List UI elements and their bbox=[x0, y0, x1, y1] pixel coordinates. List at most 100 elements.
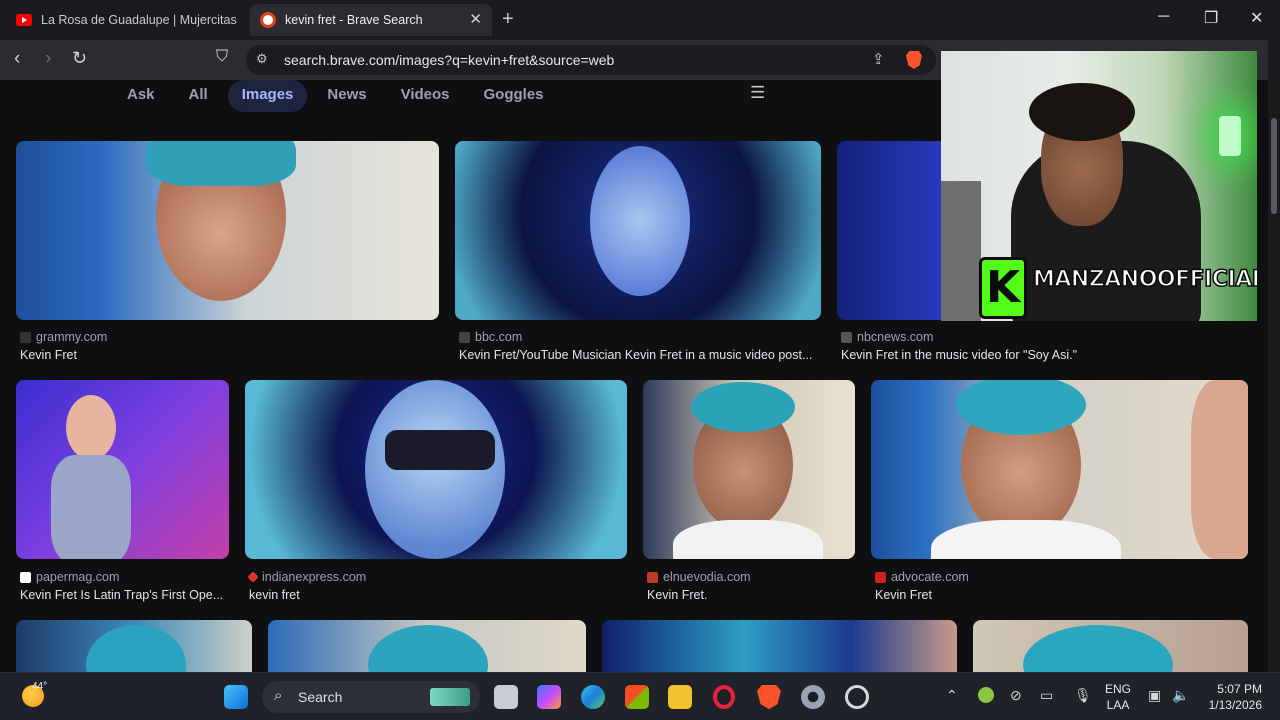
image-thumbnail[interactable] bbox=[16, 620, 252, 672]
scrollbar-thumb[interactable] bbox=[1271, 118, 1277, 214]
app-tray-icon[interactable] bbox=[978, 687, 994, 703]
opera-icon[interactable] bbox=[713, 685, 735, 709]
image-result[interactable] bbox=[643, 380, 855, 559]
minimize-icon[interactable]: ─ bbox=[1158, 8, 1169, 26]
display-icon[interactable]: ▣ bbox=[1148, 687, 1161, 704]
result-title[interactable]: kevin fret bbox=[249, 588, 300, 602]
image-thumbnail[interactable] bbox=[16, 141, 439, 320]
image-thumbnail[interactable] bbox=[837, 141, 947, 320]
brave-search-icon bbox=[260, 12, 276, 28]
result-title[interactable]: Kevin Fret in the music video for "Soy A… bbox=[841, 348, 1077, 362]
image-thumbnail[interactable] bbox=[455, 141, 821, 320]
volume-icon[interactable]: 🔈 bbox=[1172, 687, 1189, 704]
chevron-up-icon[interactable]: ⌃ bbox=[946, 687, 958, 704]
system-clock[interactable]: 5:07 PM 1/13/2026 bbox=[1209, 681, 1262, 713]
image-thumbnail[interactable] bbox=[973, 620, 1248, 672]
filter-images[interactable]: Images bbox=[227, 80, 308, 112]
clock-time: 5:07 PM bbox=[1217, 682, 1262, 696]
filter-ask[interactable]: Ask bbox=[113, 80, 169, 112]
brave-icon[interactable] bbox=[906, 51, 922, 69]
filter-videos[interactable]: Videos bbox=[387, 80, 464, 112]
file-explorer-icon[interactable] bbox=[668, 685, 692, 709]
task-view-icon[interactable] bbox=[494, 685, 518, 709]
forward-icon[interactable]: › bbox=[45, 48, 51, 70]
image-result[interactable] bbox=[16, 380, 229, 559]
image-result[interactable] bbox=[16, 620, 252, 672]
search-filter-tabs: Ask All Images News Videos Goggles bbox=[113, 80, 558, 112]
settings-gear-icon[interactable] bbox=[801, 685, 825, 709]
reload-icon[interactable]: ↻ bbox=[72, 48, 87, 69]
result-title[interactable]: Kevin Fret. bbox=[647, 588, 707, 602]
tab-strip: La Rosa de Guadalupe | Mujercitas [P kev… bbox=[0, 0, 1280, 40]
obs-icon[interactable] bbox=[845, 685, 869, 709]
language-primary: ENG bbox=[1105, 682, 1132, 696]
image-thumbnail[interactable] bbox=[871, 380, 1248, 559]
taskbar-search[interactable]: ⌕ Search bbox=[262, 681, 480, 713]
cast-icon[interactable]: ▭ bbox=[1040, 687, 1053, 704]
plus-icon[interactable]: + bbox=[502, 8, 514, 31]
windows-icon[interactable] bbox=[224, 685, 248, 709]
result-title[interactable]: Kevin Fret bbox=[875, 588, 932, 602]
lamp-shape bbox=[1219, 116, 1241, 156]
back-icon[interactable]: ‹ bbox=[14, 48, 20, 70]
elnuevodia-icon bbox=[647, 571, 658, 583]
tab-title: La Rosa de Guadalupe | Mujercitas [P bbox=[41, 13, 241, 27]
image-thumbnail[interactable] bbox=[16, 380, 229, 559]
result-title[interactable]: Kevin Fret Is Latin Trap's First Ope... bbox=[20, 588, 223, 602]
edge-icon[interactable] bbox=[581, 685, 605, 709]
image-result[interactable] bbox=[455, 141, 821, 320]
result-source[interactable]: grammy.com bbox=[20, 330, 107, 344]
bookmark-icon[interactable]: ⛉ bbox=[216, 48, 228, 66]
image-result[interactable] bbox=[871, 380, 1248, 559]
close-icon[interactable]: ✕ bbox=[469, 10, 482, 28]
tab-youtube[interactable]: La Rosa de Guadalupe | Mujercitas [P bbox=[6, 4, 246, 36]
clock-date: 1/13/2026 bbox=[1208, 698, 1262, 712]
source-domain: elnuevodia.com bbox=[663, 570, 751, 584]
address-bar[interactable]: ⚙ search.brave.com/images?q=kevin+fret&s… bbox=[246, 45, 936, 75]
image-result[interactable] bbox=[16, 141, 439, 320]
copilot-icon[interactable] bbox=[537, 685, 561, 709]
close-window-icon[interactable]: ✕ bbox=[1250, 8, 1263, 28]
filter-goggles[interactable]: Goggles bbox=[470, 80, 558, 112]
image-result[interactable] bbox=[973, 620, 1248, 672]
kick-logo: K bbox=[979, 257, 1027, 319]
filter-news[interactable]: News bbox=[313, 80, 380, 112]
restore-icon[interactable]: ❐ bbox=[1204, 8, 1218, 28]
image-thumbnail[interactable] bbox=[643, 380, 855, 559]
source-domain: papermag.com bbox=[36, 570, 120, 584]
image-result[interactable] bbox=[837, 141, 947, 320]
result-source[interactable]: nbcnews.com bbox=[841, 330, 933, 344]
store-icon[interactable] bbox=[625, 685, 649, 709]
image-result[interactable] bbox=[602, 620, 957, 672]
language-indicator[interactable]: ENG LAA bbox=[1105, 681, 1131, 713]
papermag-icon bbox=[20, 571, 31, 583]
filter-all[interactable]: All bbox=[175, 80, 222, 112]
tab-title: kevin fret - Brave Search bbox=[285, 13, 423, 27]
result-source[interactable]: indianexpress.com bbox=[247, 570, 366, 584]
share-icon[interactable]: ⇪ bbox=[872, 50, 885, 68]
bbc-icon bbox=[459, 331, 470, 343]
grammy-icon bbox=[20, 331, 31, 343]
settings-sliders-icon[interactable]: ☰ bbox=[750, 83, 765, 103]
image-result[interactable] bbox=[245, 380, 627, 559]
result-title[interactable]: Kevin Fret/YouTube Musician Kevin Fret i… bbox=[459, 348, 812, 362]
image-thumbnail[interactable] bbox=[268, 620, 586, 672]
brave-taskbar-icon[interactable] bbox=[757, 685, 781, 709]
search-highlight-icon bbox=[430, 688, 470, 706]
result-source[interactable]: bbc.com bbox=[459, 330, 522, 344]
result-source[interactable]: advocate.com bbox=[875, 570, 969, 584]
image-result[interactable] bbox=[268, 620, 586, 672]
tab-brave-search[interactable]: kevin fret - Brave Search ✕ bbox=[250, 4, 492, 36]
site-info-icon[interactable]: ⚙ bbox=[256, 51, 268, 67]
result-source[interactable]: papermag.com bbox=[20, 570, 119, 584]
person-hair bbox=[1029, 83, 1135, 141]
result-title[interactable]: Kevin Fret bbox=[20, 348, 77, 362]
image-thumbnail[interactable] bbox=[602, 620, 957, 672]
result-source[interactable]: elnuevodia.com bbox=[647, 570, 751, 584]
network-off-icon[interactable]: ⊘ bbox=[1010, 687, 1022, 704]
indianexpress-icon bbox=[247, 571, 259, 583]
image-thumbnail[interactable] bbox=[245, 380, 627, 559]
microphone-icon[interactable]: 🎙 bbox=[1074, 687, 1092, 704]
page-scrollbar[interactable] bbox=[1268, 40, 1280, 672]
source-domain: advocate.com bbox=[891, 570, 969, 584]
